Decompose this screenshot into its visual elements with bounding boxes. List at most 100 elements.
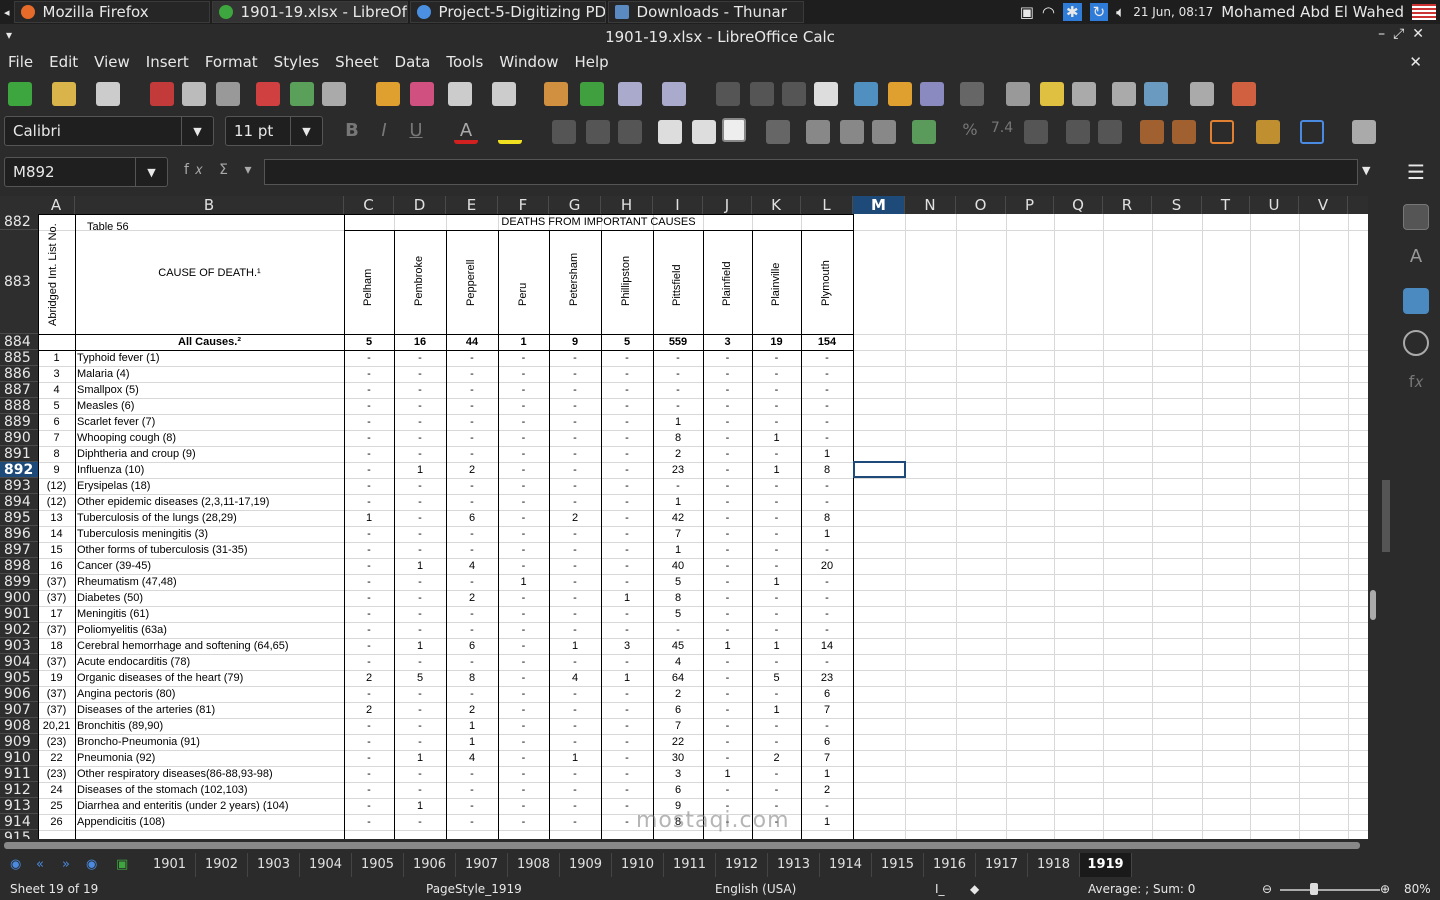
hyperlink-icon[interactable] xyxy=(1006,82,1030,106)
conditional-format-icon[interactable] xyxy=(1352,120,1376,144)
font-name-box[interactable]: Calibri ▼ xyxy=(4,116,214,146)
comment-icon[interactable] xyxy=(1040,82,1064,106)
tab-1914[interactable]: 1914 xyxy=(820,853,872,877)
menu-edit[interactable]: Edit xyxy=(41,53,86,71)
hamburger-icon[interactable]: ☰ xyxy=(1403,160,1429,186)
selected-cell[interactable] xyxy=(853,461,906,478)
merge-cells-icon[interactable] xyxy=(840,120,864,144)
pivot-table-icon[interactable] xyxy=(920,82,944,106)
tab-1919[interactable]: 1919 xyxy=(1080,853,1132,877)
row-header[interactable]: 909 xyxy=(0,734,38,750)
row-header[interactable]: 891 xyxy=(0,446,38,462)
expand-formula-icon[interactable]: ▼ xyxy=(1362,164,1370,177)
row-header[interactable]: 913 xyxy=(0,798,38,814)
save-icon[interactable] xyxy=(96,82,120,106)
row-header[interactable]: 906 xyxy=(0,686,38,702)
clone-format-icon[interactable] xyxy=(376,82,400,106)
unmerge-cells-icon[interactable] xyxy=(872,120,896,144)
merge-center-icon[interactable] xyxy=(806,120,830,144)
spelling-icon[interactable] xyxy=(580,82,604,106)
print-icon[interactable] xyxy=(182,82,206,106)
zoom-in-icon[interactable]: ⊕ xyxy=(1380,882,1390,896)
status-language[interactable]: English (USA) xyxy=(715,882,796,896)
column-header-j[interactable]: J xyxy=(703,196,752,214)
font-size-box[interactable]: 11 pt ▼ xyxy=(225,116,323,146)
row-header[interactable]: 887 xyxy=(0,382,38,398)
define-print-area-icon[interactable] xyxy=(1112,82,1136,106)
menu-arrow-icon[interactable]: ◂ xyxy=(0,6,14,19)
tab-1918[interactable]: 1918 xyxy=(1028,853,1080,877)
increase-indent-icon[interactable] xyxy=(1140,120,1164,144)
window-controls[interactable]: –⤢✕ xyxy=(1378,26,1432,42)
column-header-k[interactable]: K xyxy=(752,196,801,214)
taskbar-chrome[interactable]: Project-5-Digitizing PDF... xyxy=(409,1,606,23)
row-header[interactable]: 910 xyxy=(0,750,38,766)
border-color-icon[interactable] xyxy=(1300,120,1324,144)
formula-input[interactable] xyxy=(264,159,1358,185)
vertical-scrollbar[interactable] xyxy=(1368,196,1390,839)
row-header[interactable]: 915 xyxy=(0,830,38,839)
column-header-e[interactable]: E xyxy=(446,196,498,214)
draw-functions-icon[interactable] xyxy=(1232,82,1256,106)
redo-icon[interactable] xyxy=(492,82,516,106)
menu-sheet[interactable]: Sheet xyxy=(327,53,386,71)
row-header[interactable]: 895 xyxy=(0,510,38,526)
align-right-icon[interactable] xyxy=(618,120,642,144)
chevron-down-icon[interactable]: ▼ xyxy=(181,117,213,145)
bluetooth-icon[interactable]: ✱ xyxy=(1063,3,1082,21)
delete-decimal-icon[interactable] xyxy=(1098,120,1122,144)
row-header[interactable]: 890 xyxy=(0,430,38,446)
row-header[interactable]: 900 xyxy=(0,590,38,606)
window-menu-icon[interactable]: ▾ xyxy=(6,28,12,42)
column-header-s[interactable]: S xyxy=(1152,196,1202,214)
header-footer-icon[interactable] xyxy=(1072,82,1096,106)
row-header[interactable]: 883 xyxy=(0,230,38,334)
cut-icon[interactable] xyxy=(256,82,280,106)
row-header[interactable]: 892 xyxy=(0,462,38,478)
row-header[interactable]: 888 xyxy=(0,398,38,414)
insert-chart-icon[interactable] xyxy=(888,82,912,106)
row-header[interactable]: 882 xyxy=(0,214,38,230)
sort-icon[interactable] xyxy=(716,82,740,106)
add-decimal-icon[interactable] xyxy=(1066,120,1090,144)
tab-1909[interactable]: 1909 xyxy=(560,853,612,877)
row-header[interactable]: 908 xyxy=(0,718,38,734)
column-header-q[interactable]: Q xyxy=(1054,196,1103,214)
tab-1916[interactable]: 1916 xyxy=(924,853,976,877)
zoom-level[interactable]: 80% xyxy=(1404,882,1431,896)
column-icon[interactable] xyxy=(662,82,686,106)
row-header[interactable]: 912 xyxy=(0,782,38,798)
row-header[interactable]: 893 xyxy=(0,478,38,494)
navigator-icon[interactable] xyxy=(1403,330,1429,356)
vertical-scroll-thumb[interactable] xyxy=(1370,590,1376,620)
align-middle-icon[interactable] xyxy=(692,120,716,144)
row-header[interactable]: 903 xyxy=(0,638,38,654)
tab-1901[interactable]: 1901 xyxy=(144,853,196,877)
row-header[interactable]: 898 xyxy=(0,558,38,574)
menu-tools[interactable]: Tools xyxy=(438,53,491,71)
functions-icon[interactable]: f𝑥 xyxy=(1403,372,1429,398)
bold-icon[interactable]: B xyxy=(340,120,364,144)
first-sheet-icon[interactable]: ◉ xyxy=(10,857,21,872)
row-header[interactable]: 905 xyxy=(0,670,38,686)
user-name[interactable]: Mohamed Abd El Wahed xyxy=(1221,3,1404,21)
menu-file[interactable]: File xyxy=(0,53,41,71)
status-page-style[interactable]: PageStyle_1919 xyxy=(426,882,522,896)
add-sheet-icon[interactable]: ▣ xyxy=(116,857,128,872)
underline-icon[interactable]: U xyxy=(404,120,428,144)
row-header[interactable]: 914 xyxy=(0,814,38,830)
tab-1912[interactable]: 1912 xyxy=(716,853,768,877)
highlight-icon[interactable] xyxy=(498,120,522,144)
taskbar-thunar[interactable]: Downloads - Thunar xyxy=(607,1,804,23)
wrap-text-icon[interactable] xyxy=(766,120,790,144)
tab-1906[interactable]: 1906 xyxy=(404,853,456,877)
special-character-icon[interactable] xyxy=(960,82,984,106)
chevron-down-icon[interactable]: ▼ xyxy=(290,117,322,145)
document-modified-icon[interactable]: ◆ xyxy=(970,882,979,896)
tab-1911[interactable]: 1911 xyxy=(664,853,716,877)
export-pdf-icon[interactable] xyxy=(150,82,174,106)
row-header[interactable]: 911 xyxy=(0,766,38,782)
border-style-icon[interactable] xyxy=(1256,120,1280,144)
column-header-g[interactable]: G xyxy=(549,196,601,214)
split-window-icon[interactable] xyxy=(1190,82,1214,106)
